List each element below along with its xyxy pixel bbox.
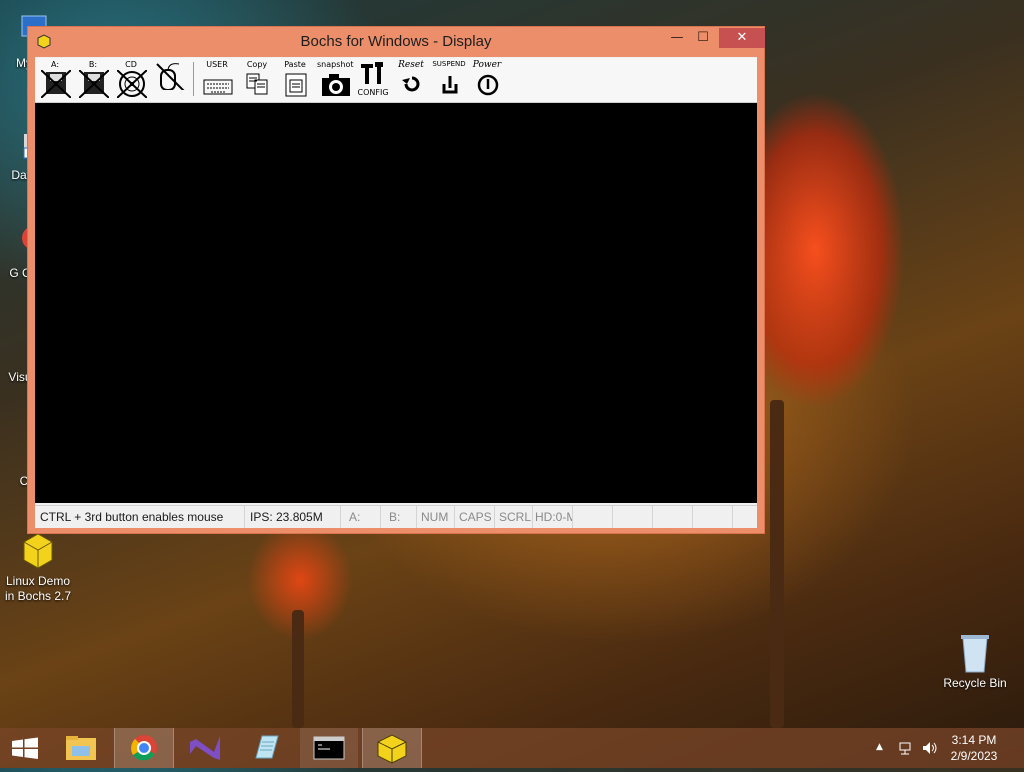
mouse-icon [156,63,185,90]
network-icon[interactable] [898,740,914,759]
paste-label: Paste [284,60,306,69]
bochs-toolbar: A: B: CD USER Copy Paste snapshot CONFIG… [35,58,757,103]
desktop-icon-label: Linux Demo in Bochs 2.7 [4,574,72,603]
snapshot-label: snapshot [317,60,354,69]
emulator-display-screen[interactable] [35,103,757,503]
cdrom-icon [117,70,147,98]
num-lock-status: NUM [417,506,455,528]
status-slot [693,506,733,528]
user-label: USER [206,60,228,69]
visual-studio-icon [190,736,220,760]
ips-status: IPS: 23.805M [245,506,341,528]
window-frame-right [757,57,764,533]
folder-icon [66,736,96,760]
clock-date: 2/9/2023 [950,749,998,763]
chrome-icon [131,735,157,761]
taskbar-clock[interactable]: 3:14 PM 2/9/2023 [944,732,1004,764]
bochs-taskbar-button[interactable] [362,728,422,768]
notepad-taskbar-button[interactable] [238,728,296,768]
command-prompt-icon [313,736,345,760]
reset-label: Reset [398,60,424,70]
floppy-b-icon [79,70,109,98]
floppy-b-label: B: [88,60,98,69]
bochs-box-icon [18,530,58,570]
recycle-bin-icon [955,632,995,673]
floppy-a-label: A: [50,60,60,69]
caps-lock-status: CAPS [455,506,495,528]
reset-button[interactable]: Reset [393,60,429,98]
status-slot [573,506,613,528]
flower-stem-2 [292,610,304,728]
keyboard-icon [203,79,233,95]
start-button[interactable] [0,728,50,768]
toolbar-separator [193,62,194,96]
window-titlebar[interactable]: Bochs for Windows - Display — ☐ ✕ [28,27,765,57]
bochs-display-window: Bochs for Windows - Display — ☐ ✕ A: B: … [27,26,765,534]
floppy-b-status: B: [381,506,417,528]
chrome-taskbar-button[interactable] [114,728,174,768]
scroll-lock-status: SCRL [495,506,533,528]
bochs-box-icon [377,734,407,764]
status-slot [613,506,653,528]
desktop-icon-linux-demo[interactable]: Linux Demo in Bochs 2.7 [0,530,76,604]
mouse-button[interactable] [151,60,187,98]
maximize-button[interactable]: ☐ [690,28,716,48]
paste-icon [285,73,307,97]
cdrom-button[interactable]: CD [113,60,149,98]
mouse-hint-status: CTRL + 3rd button enables mouse [35,506,245,528]
floppy-b-button[interactable]: B: [75,60,111,98]
desktop-icon-recycle-bin[interactable]: Recycle Bin [937,632,1013,691]
copy-label: Copy [246,60,268,69]
paste-button[interactable]: Paste [277,60,313,98]
config-icon [361,62,383,84]
close-button[interactable]: ✕ [719,28,765,48]
show-hidden-icons-button[interactable]: ▲ [876,742,883,752]
windows-logo-icon [12,737,38,759]
floppy-a-status: A: [341,506,381,528]
minimize-button[interactable]: — [664,28,690,48]
command-prompt-taskbar-button[interactable] [300,728,358,768]
flower-stem [770,400,784,728]
suspend-label: SUSPEND [432,60,466,68]
config-button[interactable]: CONFIG [355,60,391,98]
clock-time: 3:14 PM [951,733,997,747]
cdrom-label: CD [125,60,137,69]
user-keyboard-button[interactable]: USER [199,60,235,98]
notepad-icon [255,735,279,759]
floppy-a-button[interactable]: A: [37,60,73,98]
status-slot [653,506,693,528]
suspend-button[interactable]: SUSPEND [431,60,467,98]
snapshot-button[interactable]: snapshot [317,60,354,98]
hd-status: HD:0-M [533,506,573,528]
floppy-a-icon [41,70,71,98]
reset-icon [402,76,420,92]
power-label: Power [472,60,502,70]
volume-icon[interactable] [921,740,939,759]
desktop-icon-label: Recycle Bin [943,676,1007,690]
taskbar: ▲ 3:14 PM 2/9/2023 [0,728,1024,768]
visual-studio-taskbar-button[interactable] [176,728,234,768]
file-explorer-taskbar-button[interactable] [52,728,110,768]
suspend-icon [442,76,458,94]
window-frame-left [28,57,35,533]
power-button[interactable]: Power [469,60,505,98]
camera-icon [322,74,350,96]
copy-button[interactable]: Copy [239,60,275,98]
power-icon [477,74,499,96]
config-label: CONFIG [357,88,389,97]
status-bar: CTRL + 3rd button enables mouse IPS: 23.… [35,505,757,528]
copy-icon [246,73,268,95]
window-title: Bochs for Windows - Display [300,33,492,50]
